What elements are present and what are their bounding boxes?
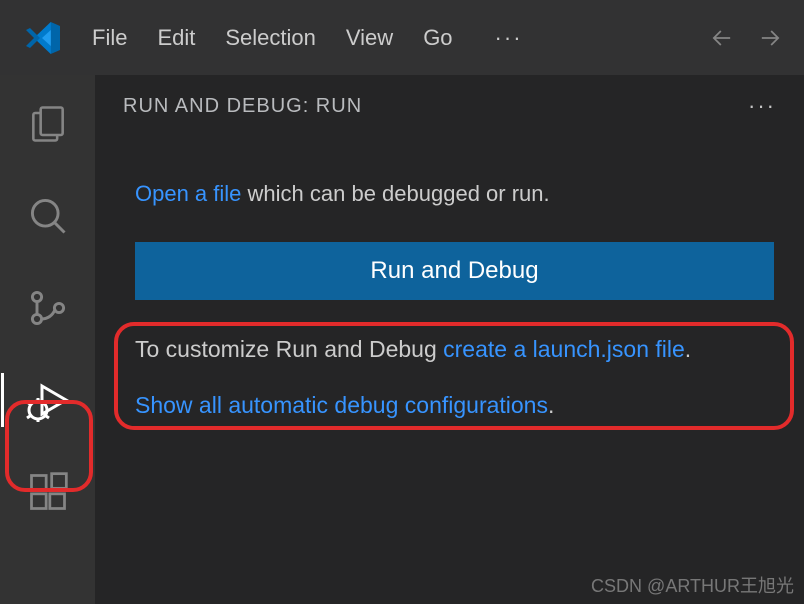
activity-explorer[interactable] [21, 97, 75, 151]
create-launch-json-link[interactable]: create a launch.json file [443, 336, 685, 362]
show-all-configs-link[interactable]: Show all automatic debug configurations [135, 392, 548, 418]
menu-view[interactable]: View [346, 25, 393, 51]
customize-prefix: To customize Run and Debug [135, 336, 443, 362]
activity-bar [0, 75, 95, 604]
menubar: File Edit Selection View Go ··· [92, 25, 523, 51]
menu-more[interactable]: ··· [495, 25, 523, 51]
menu-selection[interactable]: Selection [225, 25, 316, 51]
activity-run-debug[interactable] [21, 373, 75, 427]
sidebar-more-actions[interactable]: ··· [748, 93, 784, 119]
show-all-text: Show all automatic debug configurations. [135, 392, 774, 419]
run-and-debug-button[interactable]: Run and Debug [135, 242, 774, 300]
run-welcome-section: Open a file which can be debugged or run… [123, 179, 784, 419]
vscode-logo-icon [20, 16, 64, 60]
customize-text: To customize Run and Debug create a laun… [135, 332, 774, 367]
customize-suffix: . [685, 336, 691, 362]
nav-back-icon[interactable] [708, 24, 736, 52]
menu-go[interactable]: Go [423, 25, 452, 51]
menu-edit[interactable]: Edit [157, 25, 195, 51]
sidebar-title: RUN AND DEBUG: RUN [123, 95, 362, 118]
activity-extensions[interactable] [21, 465, 75, 519]
run-debug-sidebar: RUN AND DEBUG: RUN ··· Open a file which… [95, 75, 804, 604]
sidebar-header: RUN AND DEBUG: RUN ··· [123, 93, 784, 119]
titlebar: File Edit Selection View Go ··· [0, 0, 804, 75]
nav-arrows [708, 24, 792, 52]
show-all-suffix: . [548, 392, 554, 418]
open-file-link[interactable]: Open a file [135, 181, 241, 206]
activity-search[interactable] [21, 189, 75, 243]
activity-source-control[interactable] [21, 281, 75, 335]
nav-forward-icon[interactable] [756, 24, 784, 52]
menu-file[interactable]: File [92, 25, 127, 51]
open-file-rest: which can be debugged or run. [241, 181, 549, 206]
open-file-text: Open a file which can be debugged or run… [135, 179, 774, 210]
watermark: CSDN @ARTHUR王旭光 [591, 572, 794, 598]
